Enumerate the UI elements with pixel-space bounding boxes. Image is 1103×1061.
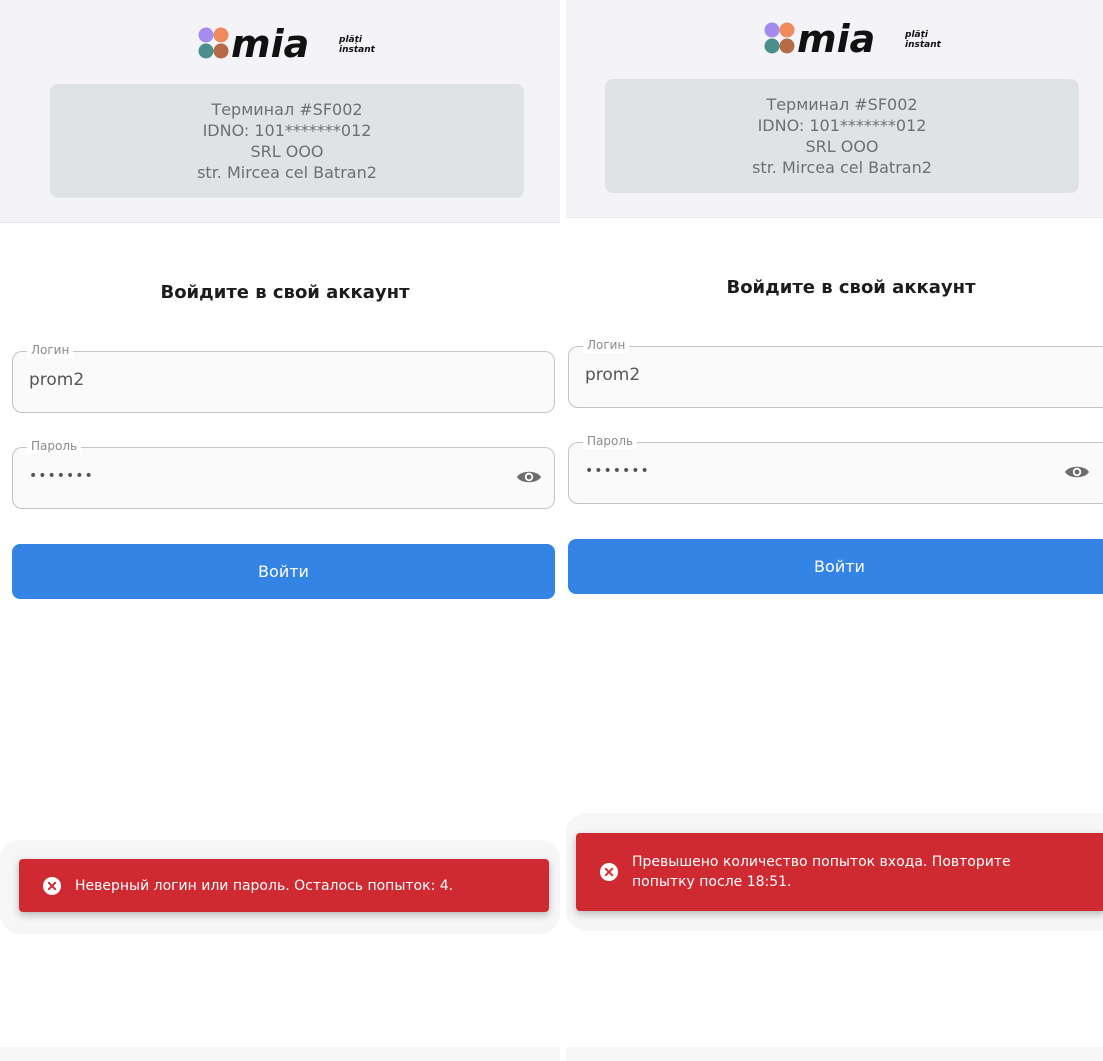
header: mia plăți instant Терминал #SF002 IDNO: … [0,0,560,223]
login-field[interactable]: Логин prom2 [568,337,1103,408]
login-button[interactable]: Войти [568,539,1103,594]
password-field[interactable]: Пароль ••••••• [12,438,555,509]
error-toast-message: Неверный логин или пароль. Осталось попы… [75,877,454,894]
terminal-company: SRL OOO [250,142,324,161]
login-title: Войдите в свой аккаунт [160,282,410,303]
terminal-idno: IDNO: 101*******012 [757,116,927,135]
svg-text:instant: instant [339,45,376,55]
terminal-address: str. Mircea cel Batran2 [197,163,377,182]
bottom-edge [566,1047,1103,1061]
mia-logo: mia plăți instant [196,22,396,66]
svg-text:instant: instant [905,40,942,50]
terminal-idno: IDNO: 101*******012 [202,121,372,140]
svg-text:plăți: plăți [338,35,363,45]
password-input-value[interactable]: ••••••• [29,468,94,484]
login-input-value[interactable]: prom2 [585,365,640,385]
header: mia plăți instant Терминал #SF002 IDNO: … [566,0,1103,218]
login-label: Логин [583,337,630,353]
password-field[interactable]: Пароль ••••••• [568,433,1103,504]
eye-icon[interactable] [516,467,542,487]
terminal-id: Терминал #SF002 [766,95,918,114]
error-toast-message: Превышено количество попыток входа. Повт… [632,854,1011,890]
password-label: Пароль [583,433,638,449]
terminal-info-card: Терминал #SF002 IDNO: 101*******012 SRL … [50,84,524,198]
error-toast: Превышено количество попыток входа. Повт… [576,833,1103,911]
error-icon [43,876,61,895]
login-field[interactable]: Логин prom2 [12,342,555,413]
terminal-info-card: Терминал #SF002 IDNO: 101*******012 SRL … [605,79,1079,193]
svg-text:plăți: plăți [904,30,929,40]
login-button[interactable]: Войти [12,544,555,599]
login-input-value[interactable]: prom2 [29,370,84,390]
bottom-edge [0,1047,560,1061]
brand-name: mia [797,19,875,59]
terminal-id: Терминал #SF002 [211,100,363,119]
login-title: Войдите в свой аккаунт [726,277,976,298]
error-icon [600,863,618,881]
terminal-address: str. Mircea cel Batran2 [752,158,932,177]
eye-icon[interactable] [1064,462,1090,482]
login-screen-right: mia plăți instant Терминал #SF002 IDNO: … [566,0,1103,1061]
login-label: Логин [27,342,74,358]
terminal-company: SRL OOO [805,137,879,156]
password-label: Пароль [27,438,82,454]
brand-name: mia [231,24,309,64]
mia-logo: mia plăți instant [762,17,962,61]
error-toast: Неверный логин или пароль. Осталось попы… [19,859,549,912]
password-input-value[interactable]: ••••••• [585,463,650,479]
login-screen-left: mia plăți instant Терминал #SF002 IDNO: … [0,0,560,1061]
